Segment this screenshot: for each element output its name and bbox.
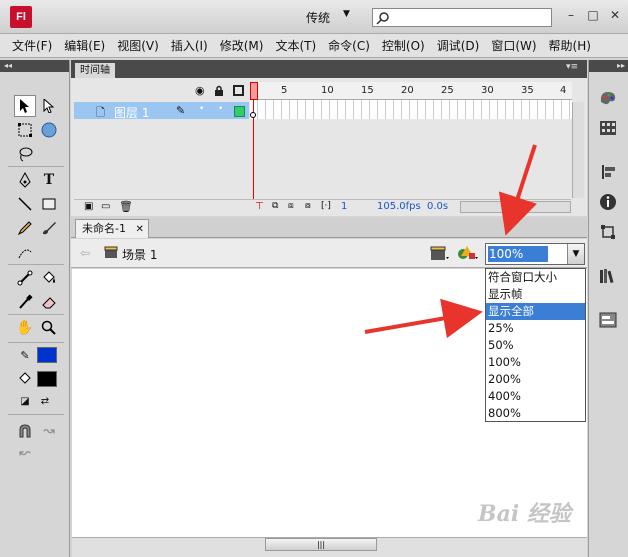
- watermark: Bai 经验: [478, 501, 571, 527]
- annotation-arrow: [498, 144, 537, 236]
- annotation-arrows: [364, 144, 537, 339]
- annotation-arrow: [364, 298, 483, 339]
